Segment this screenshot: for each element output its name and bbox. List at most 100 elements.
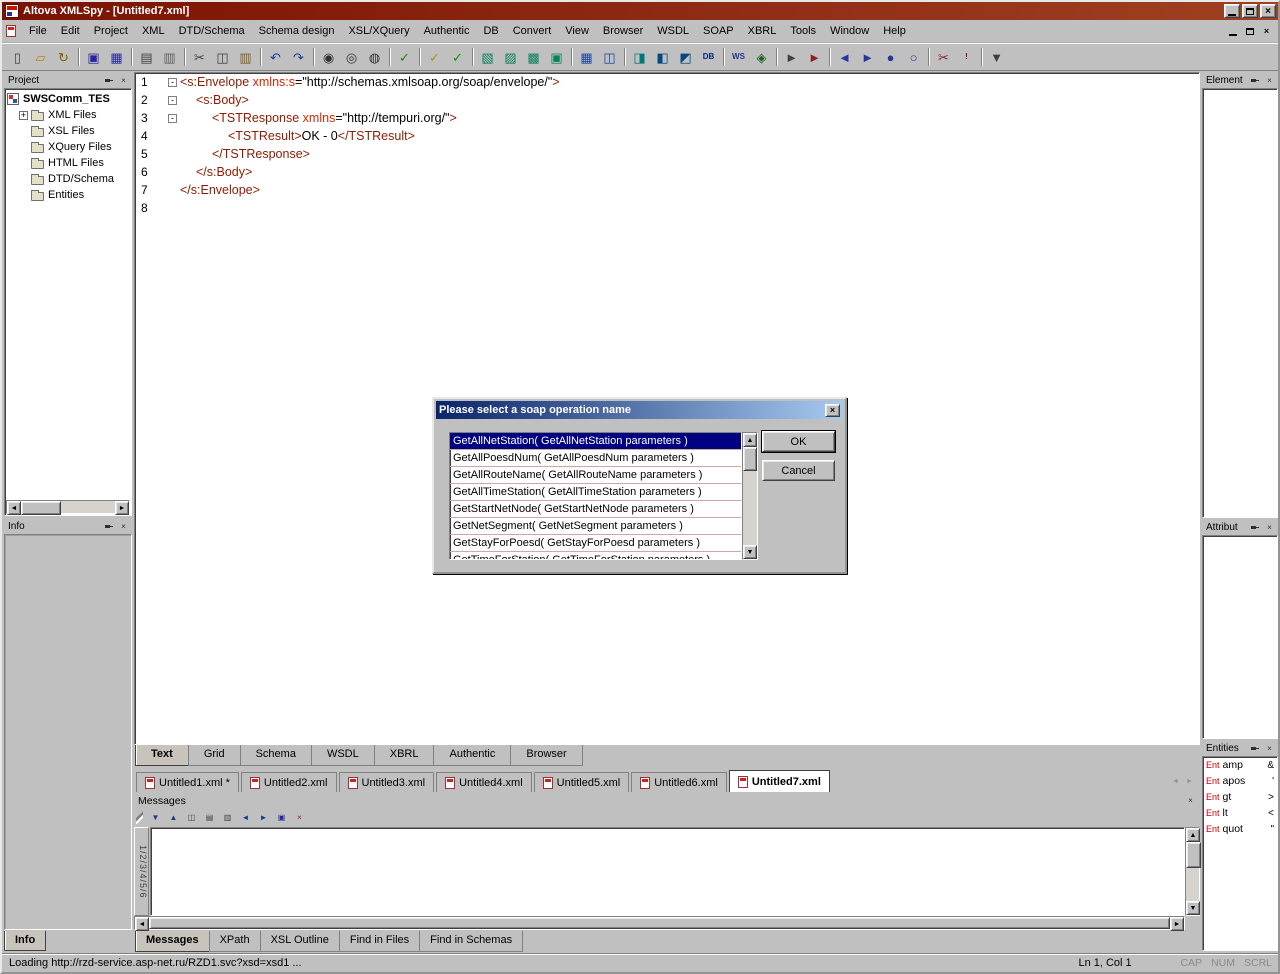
menu-item-db[interactable]: DB [476, 21, 505, 41]
minimize-button[interactable] [1224, 4, 1240, 18]
goto-next-result-button[interactable]: ► [255, 810, 272, 825]
element-panel-body[interactable] [1202, 88, 1278, 518]
xsl-transform-button[interactable]: ► [780, 46, 803, 68]
soap-operation-item[interactable]: GetAllTimeStation( GetAllTimeStation par… [450, 484, 741, 501]
pin-icon[interactable] [1249, 521, 1262, 533]
scroll-up-button[interactable]: ▲ [1186, 828, 1200, 842]
restore-button[interactable] [1242, 4, 1258, 18]
clear-bookmarks-button[interactable]: ○ [902, 46, 925, 68]
previous-bookmark-button[interactable]: ◄ [833, 46, 856, 68]
pin-icon[interactable] [103, 74, 116, 86]
file-tab-untitled7-xml[interactable]: Untitled7.xml [728, 770, 830, 792]
soap-operation-item[interactable]: GetStayForPoesd( GetStayForPoesd paramet… [450, 535, 741, 552]
scroll-right-button[interactable]: ► [115, 501, 129, 515]
project-item-xquery-files[interactable]: + XQuery Files [7, 139, 131, 155]
fold-collapse-icon[interactable]: - [168, 78, 177, 87]
scroll-down-button[interactable]: ▼ [1186, 901, 1200, 915]
scroll-track[interactable] [61, 501, 115, 513]
next-bookmark-button[interactable]: ► [856, 46, 879, 68]
attribut-panel-body[interactable] [1202, 535, 1278, 739]
messages-hscrollbar[interactable]: ◄ ► [134, 916, 1185, 931]
output-tab-messages[interactable]: Messages [135, 931, 210, 952]
entity-row[interactable]: Ent gt > [1203, 789, 1277, 805]
soap-operation-item[interactable]: GetAllNetStation( GetAllNetStation param… [450, 433, 741, 450]
pin-icon[interactable] [1249, 742, 1262, 754]
print-button[interactable]: ▤ [135, 46, 158, 68]
scroll-left-button[interactable]: ◄ [7, 501, 21, 515]
soap-operation-item[interactable]: GetAllPoesdNum( GetAllPoesdNum parameter… [450, 450, 741, 467]
menu-item-convert[interactable]: Convert [506, 21, 559, 41]
messages-tab-strip[interactable]: 1/2/3/4/5/6 [134, 827, 149, 916]
soap-operation-item[interactable]: GetTimeForStation( GetTimeForStation par… [450, 552, 741, 559]
undo-button[interactable]: ↶ [264, 46, 287, 68]
file-tab-untitled2-xml[interactable]: Untitled2.xml [240, 772, 337, 792]
validate-button[interactable]: ✓ [446, 46, 469, 68]
reload-file-button[interactable]: ↻ [52, 46, 75, 68]
scroll-track[interactable] [1186, 868, 1199, 901]
next-tab-button[interactable]: ► [1183, 775, 1196, 788]
output-tab-xpath[interactable]: XPath [208, 931, 261, 952]
messages-content[interactable] [150, 827, 1185, 916]
wsdl-view-button[interactable]: WS [727, 46, 750, 68]
entity-row[interactable]: Ent quot " [1203, 821, 1277, 837]
grid-view-button[interactable]: ◧ [651, 46, 674, 68]
soap-operation-item[interactable]: GetNetSegment( GetNetSegment parameters … [450, 518, 741, 535]
check-wellformed-button[interactable]: ✓ [423, 46, 446, 68]
scroll-up-button[interactable]: ▲ [743, 433, 757, 447]
cut-node-button[interactable]: ✂ [932, 46, 955, 68]
soap-operation-item[interactable]: GetStartNetNode( GetStartNetNode paramet… [450, 501, 741, 518]
scroll-left-button[interactable]: ◄ [135, 917, 149, 931]
entity-row[interactable]: Ent lt < [1203, 805, 1277, 821]
db-view-button[interactable]: DB [697, 46, 720, 68]
copy-filtered-messages-button[interactable]: ▥ [219, 810, 236, 825]
schema-view-button[interactable]: ◩ [674, 46, 697, 68]
file-tab-untitled3-xml[interactable]: Untitled3.xml [338, 772, 435, 792]
project-item-dtd-schema[interactable]: + DTD/Schema [7, 171, 131, 187]
open-file-button[interactable]: ▱ [29, 46, 52, 68]
output-tab-find-in-schemas[interactable]: Find in Schemas [419, 931, 524, 952]
copy-message-button[interactable]: ◫ [183, 810, 200, 825]
menu-item-window[interactable]: Window [823, 21, 876, 41]
sql-execute-button[interactable]: ! [955, 46, 978, 68]
close-icon[interactable]: × [1263, 74, 1276, 86]
dialog-vscrollbar[interactable]: ▲ ▼ [742, 432, 758, 560]
project-item-xml-files[interactable]: + XML Files [7, 107, 131, 123]
menu-item-dtd-schema[interactable]: DTD/Schema [172, 21, 252, 41]
fold-collapse-icon[interactable]: - [168, 96, 177, 105]
pin-icon[interactable] [103, 520, 116, 532]
print-preview-button[interactable]: ▥ [158, 46, 181, 68]
scroll-down-button[interactable]: ▼ [743, 545, 757, 559]
previous-message-button[interactable]: ▲ [165, 810, 182, 825]
toggle-bookmark-button[interactable]: ● [879, 46, 902, 68]
view-tab-grid[interactable]: Grid [187, 745, 241, 766]
view-tab-text[interactable]: Text [135, 745, 189, 766]
save-button[interactable]: ▣ [82, 46, 105, 68]
menu-item-wsdl[interactable]: WSDL [650, 21, 696, 41]
clear-messages-button[interactable]: × [291, 810, 308, 825]
mdi-close-button[interactable]: × [1259, 25, 1274, 38]
soap-debugger-button[interactable]: ◈ [750, 46, 773, 68]
scroll-track[interactable] [743, 471, 757, 545]
output-tab-find-in-files[interactable]: Find in Files [338, 931, 421, 952]
save-all-button[interactable]: ▦ [105, 46, 128, 68]
menu-item-xml[interactable]: XML [135, 21, 172, 41]
replace-button[interactable]: ◍ [363, 46, 386, 68]
toolbar-grip[interactable] [136, 810, 143, 824]
menu-item-tools[interactable]: Tools [783, 21, 823, 41]
paste-button[interactable]: ▥ [234, 46, 257, 68]
text-view-button[interactable]: ◨ [628, 46, 651, 68]
entity-row[interactable]: Ent amp & [1203, 757, 1277, 773]
messages-vscrollbar[interactable]: ▲ ▼ [1185, 827, 1201, 916]
delete-node-button[interactable]: ▣ [545, 46, 568, 68]
insert-table-button[interactable]: ▦ [575, 46, 598, 68]
file-tab-untitled6-xml[interactable]: Untitled6.xml [631, 772, 727, 792]
project-item-entities[interactable]: + Entities [7, 187, 131, 203]
xsl-fo-transform-button[interactable]: ► [803, 46, 826, 68]
output-tab-xsl-outline[interactable]: XSL Outline [259, 931, 340, 952]
menu-item-soap[interactable]: SOAP [696, 21, 741, 41]
menu-item-file[interactable]: File [22, 21, 54, 41]
project-item-html-files[interactable]: + HTML Files [7, 155, 131, 171]
scroll-thumb[interactable] [743, 447, 757, 471]
menu-item-edit[interactable]: Edit [54, 21, 87, 41]
menu-item-authentic[interactable]: Authentic [417, 21, 477, 41]
